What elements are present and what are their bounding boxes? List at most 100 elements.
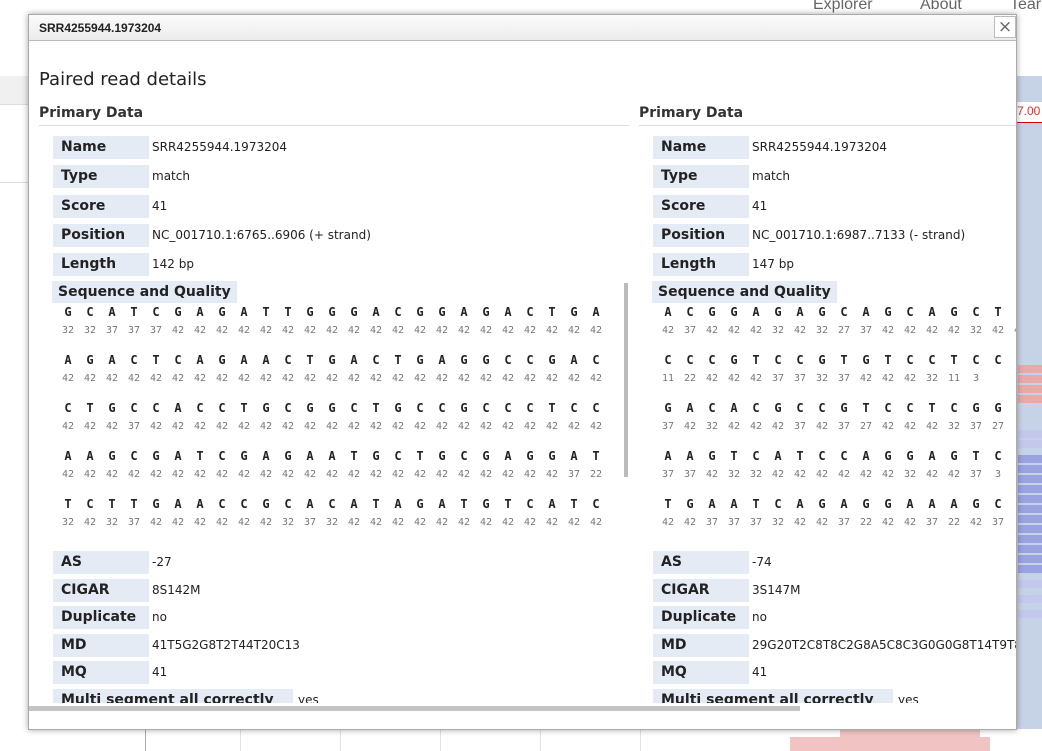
quality-score: 32 — [925, 373, 939, 384]
base: T — [350, 449, 358, 463]
base: T — [950, 353, 958, 367]
quality-score: 42 — [435, 421, 449, 432]
sequence-block[interactable]: ACGGAGAGCAGCAGCTCAGA42374242423242322737… — [657, 305, 1016, 545]
quality-score: 42 — [281, 469, 295, 480]
quality-score: 42 — [727, 421, 741, 432]
field-value: NC_001710.1:6765..6906 (+ strand) — [152, 228, 371, 242]
base: G — [686, 497, 694, 511]
base: C — [328, 497, 336, 511]
base: C — [240, 497, 248, 511]
quality-score: 42 — [545, 517, 559, 528]
tag-value: 3S147M — [752, 583, 801, 597]
quality-score: 42 — [215, 469, 229, 480]
quality-score: 22 — [683, 373, 697, 384]
base: G — [708, 449, 716, 463]
close-button[interactable]: × — [994, 16, 1016, 38]
quality-score: 42 — [969, 517, 983, 528]
base: G — [482, 497, 490, 511]
base: A — [196, 497, 204, 511]
base: T — [86, 401, 94, 415]
base: T — [130, 497, 138, 511]
quality-score: 32 — [815, 325, 829, 336]
base: T — [262, 305, 270, 319]
quality-score: 42 — [925, 325, 939, 336]
base: A — [1009, 401, 1016, 415]
base: C — [818, 401, 826, 415]
bottom-track — [0, 729, 1042, 751]
base: A — [262, 449, 270, 463]
quality-score: 42 — [193, 469, 207, 480]
base: A — [950, 497, 958, 511]
quality-score: 32 — [727, 469, 741, 480]
quality-score: 42 — [683, 421, 697, 432]
horizontal-scrollbar[interactable] — [29, 706, 800, 711]
base: A — [906, 497, 914, 511]
base: G — [460, 353, 468, 367]
quality-score: 42 — [881, 325, 895, 336]
base: T — [548, 305, 556, 319]
quality-score: 42 — [149, 469, 163, 480]
base: G — [730, 353, 738, 367]
field-label: Score — [652, 194, 750, 219]
quality-score: 37 — [749, 517, 763, 528]
quality-score: 42 — [523, 469, 537, 480]
base: A — [730, 497, 738, 511]
quality-score: 42 — [413, 421, 427, 432]
base: T — [752, 353, 760, 367]
base: G — [994, 401, 1002, 415]
base: T — [240, 401, 248, 415]
quality-score: 42 — [391, 469, 405, 480]
base: G — [438, 449, 446, 463]
base: C — [884, 401, 892, 415]
quality-score: 37 — [105, 325, 119, 336]
quality-score: 42 — [435, 373, 449, 384]
dialog-titlebar[interactable]: SRR4255944.1973204 × — [29, 15, 1016, 41]
dialog-content[interactable]: Paired read details Primary Data Name SRR… — [29, 41, 1016, 703]
base: C — [796, 401, 804, 415]
quality-score: 42 — [589, 421, 603, 432]
quality-score: 42 — [705, 373, 719, 384]
base: C — [196, 401, 204, 415]
nav-team[interactable]: Tear — [1010, 0, 1041, 14]
sequence-scrollbar[interactable] — [624, 283, 628, 477]
tag-label: Multi segment all correctly aligned — [52, 688, 294, 703]
tag-value: no — [752, 610, 767, 624]
base: A — [752, 305, 760, 319]
quality-score: 32 — [61, 325, 75, 336]
quality-score: 37 — [705, 517, 719, 528]
quality-score: 42 — [859, 373, 873, 384]
quality-score: 42 — [325, 325, 339, 336]
base: G — [708, 305, 716, 319]
base: G — [482, 449, 490, 463]
base: G — [526, 449, 534, 463]
quality-score: 42 — [325, 373, 339, 384]
base: C — [686, 305, 694, 319]
base: A — [928, 305, 936, 319]
base: C — [752, 401, 760, 415]
base: C — [796, 353, 804, 367]
quality-score: 42 — [589, 373, 603, 384]
base: G — [394, 401, 402, 415]
quality-score: 37 — [661, 469, 675, 480]
nav-explorer[interactable]: Explorer — [813, 0, 873, 14]
quality-score: 42 — [369, 373, 383, 384]
quality-score: 42 — [215, 325, 229, 336]
base: A — [548, 497, 556, 511]
sequence-block[interactable]: G C A T C G A G A T T G G G A C G G A G A C T G A 32 32 37 37 37 42 42 4… — [57, 305, 617, 545]
quality-score: 42 — [369, 325, 383, 336]
quality-score: 42 — [413, 469, 427, 480]
quality-score: 32 — [61, 517, 75, 528]
quality-score: 37 — [683, 469, 697, 480]
quality-score: 37 — [771, 373, 785, 384]
base: C — [64, 401, 72, 415]
base: C — [972, 305, 980, 319]
quality-score: 42 — [193, 421, 207, 432]
base: A — [86, 449, 94, 463]
base: C — [592, 401, 600, 415]
nav-about[interactable]: About — [920, 0, 962, 14]
field-value: SRR4255944.1973204 — [752, 140, 887, 154]
quality-score: 42 — [83, 373, 97, 384]
quality-score: 42 — [523, 421, 537, 432]
left-panel — [0, 76, 28, 729]
base: A — [570, 353, 578, 367]
